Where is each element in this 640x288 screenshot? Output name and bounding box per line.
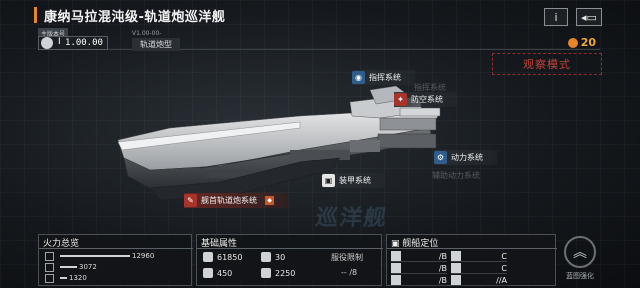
firepower-row: 1320 bbox=[45, 273, 87, 283]
armor-icon: ▣ bbox=[322, 174, 335, 187]
position-cell: /B bbox=[391, 263, 447, 274]
firepower-value: 1320 bbox=[69, 274, 87, 282]
firepower-value: 12960 bbox=[132, 252, 155, 260]
weapon-icon bbox=[45, 251, 54, 261]
weapon-icon bbox=[45, 262, 54, 272]
system-armor-label: 装甲系统 bbox=[339, 176, 371, 185]
role-icon bbox=[451, 263, 461, 273]
role-icon bbox=[451, 275, 461, 285]
resource-counter: 20 bbox=[567, 36, 596, 49]
version-rank: I bbox=[58, 37, 61, 47]
back-button[interactable]: ◂▭ bbox=[576, 8, 602, 26]
firepower-bar bbox=[60, 266, 77, 268]
position-grade: C bbox=[501, 251, 507, 261]
firepower-row: 3072 bbox=[45, 262, 97, 272]
build-type: 轨道炮型 bbox=[132, 38, 180, 51]
position-grade: /B bbox=[438, 275, 447, 285]
title-accent-bar bbox=[34, 7, 37, 23]
railgun-icon: ✎ bbox=[184, 194, 197, 207]
armor-stat-icon bbox=[203, 268, 213, 278]
railgun-badge-icon: ◆ bbox=[265, 196, 274, 205]
firepower-row: 12960 bbox=[45, 251, 154, 261]
role-icon bbox=[391, 263, 401, 273]
speed-icon bbox=[261, 252, 271, 262]
system-bow-railgun[interactable]: ✎ 舰首轨道炮系统 ◆ bbox=[184, 193, 288, 208]
back-icon: ◂▭ bbox=[581, 10, 597, 24]
stat-cost: 2250 bbox=[261, 268, 295, 278]
role-icon bbox=[391, 275, 401, 285]
stat-hp-value: 61850 bbox=[217, 252, 243, 262]
system-power-label: 动力系统 bbox=[451, 153, 483, 162]
cost-icon bbox=[261, 268, 271, 278]
command-icon: ◉ bbox=[352, 71, 365, 84]
position-cell: //A bbox=[451, 275, 507, 286]
service-limit-label: 服役限制 bbox=[331, 253, 363, 262]
position-grade: //A bbox=[496, 275, 507, 285]
system-command-label: 指挥系统 bbox=[369, 73, 401, 82]
resource-value: 20 bbox=[580, 36, 596, 49]
resource-icon bbox=[567, 37, 578, 48]
power-icon: ⚙ bbox=[434, 151, 447, 164]
system-bow-railgun-label: 舰首轨道炮系统 bbox=[201, 196, 257, 205]
position-cell: /B bbox=[391, 251, 447, 262]
system-air-defense[interactable]: ✦ 防空系统 bbox=[394, 92, 457, 107]
system-armor[interactable]: ▣ 装甲系统 bbox=[322, 173, 385, 188]
position-grade: C bbox=[501, 263, 507, 273]
position-cell: C bbox=[451, 251, 507, 262]
firepower-value: 3072 bbox=[79, 263, 97, 271]
stat-speed-value: 30 bbox=[275, 252, 286, 262]
firepower-panel: 火力总览 12960 3072 1320 bbox=[38, 234, 193, 286]
position-cell: C bbox=[451, 263, 507, 274]
enhance-icon: ︽ bbox=[564, 236, 596, 268]
version-number: 1.00.00 bbox=[65, 38, 103, 48]
info-button[interactable]: i bbox=[544, 8, 568, 26]
blueprint-enhance-label: 蓝图强化 bbox=[566, 272, 594, 280]
divider bbox=[387, 248, 557, 249]
base-attrs-panel: 基础属性 61850 30 450 2250 服役限制 -- /8 bbox=[196, 234, 383, 286]
stat-speed: 30 bbox=[261, 252, 285, 262]
position-grade: /B bbox=[438, 251, 447, 261]
system-power[interactable]: ⚙ 动力系统 bbox=[434, 150, 497, 165]
hp-icon bbox=[203, 252, 213, 262]
info-icon: i bbox=[554, 10, 558, 24]
position-cell: /B bbox=[391, 275, 447, 286]
stat-armor-value: 450 bbox=[217, 268, 233, 278]
divider bbox=[197, 248, 383, 249]
page-title: 康纳马拉混沌级-轨道炮巡洋舰 bbox=[44, 10, 226, 25]
version-row: 主版本号 1.00.00 I V1.00-00- 轨道炮型 bbox=[38, 28, 600, 51]
stat-armor: 450 bbox=[203, 268, 232, 278]
version-icon bbox=[41, 37, 53, 49]
stat-cost-value: 2250 bbox=[275, 268, 296, 278]
service-limit-value: -- /8 bbox=[341, 268, 358, 277]
observe-mode-button[interactable]: 观察模式 bbox=[492, 53, 602, 75]
air-defense-icon: ✦ bbox=[394, 93, 407, 106]
blueprint-enhance-button[interactable]: ︽ 蓝图强化 bbox=[560, 234, 600, 284]
firepower-bar bbox=[60, 255, 130, 257]
build-code: V1.00-00- bbox=[132, 30, 162, 37]
weapon-icon bbox=[45, 273, 54, 283]
firepower-bar bbox=[60, 277, 67, 279]
system-command[interactable]: ◉ 指挥系统 bbox=[352, 70, 415, 85]
system-power-ghost: 辅助动力系统 bbox=[432, 171, 480, 180]
positioning-panel: ▣ 舰船定位 /B C /B C /B //A bbox=[386, 234, 557, 286]
role-icon bbox=[451, 251, 461, 261]
system-air-defense-label: 防空系统 bbox=[411, 95, 443, 104]
position-grade: /B bbox=[438, 263, 447, 273]
divider bbox=[39, 248, 193, 249]
role-icon bbox=[391, 251, 401, 261]
stat-hp: 61850 bbox=[203, 252, 242, 262]
decorative-text: 巡洋舰 bbox=[313, 206, 390, 231]
version-box[interactable]: 1.00.00 bbox=[38, 36, 108, 50]
